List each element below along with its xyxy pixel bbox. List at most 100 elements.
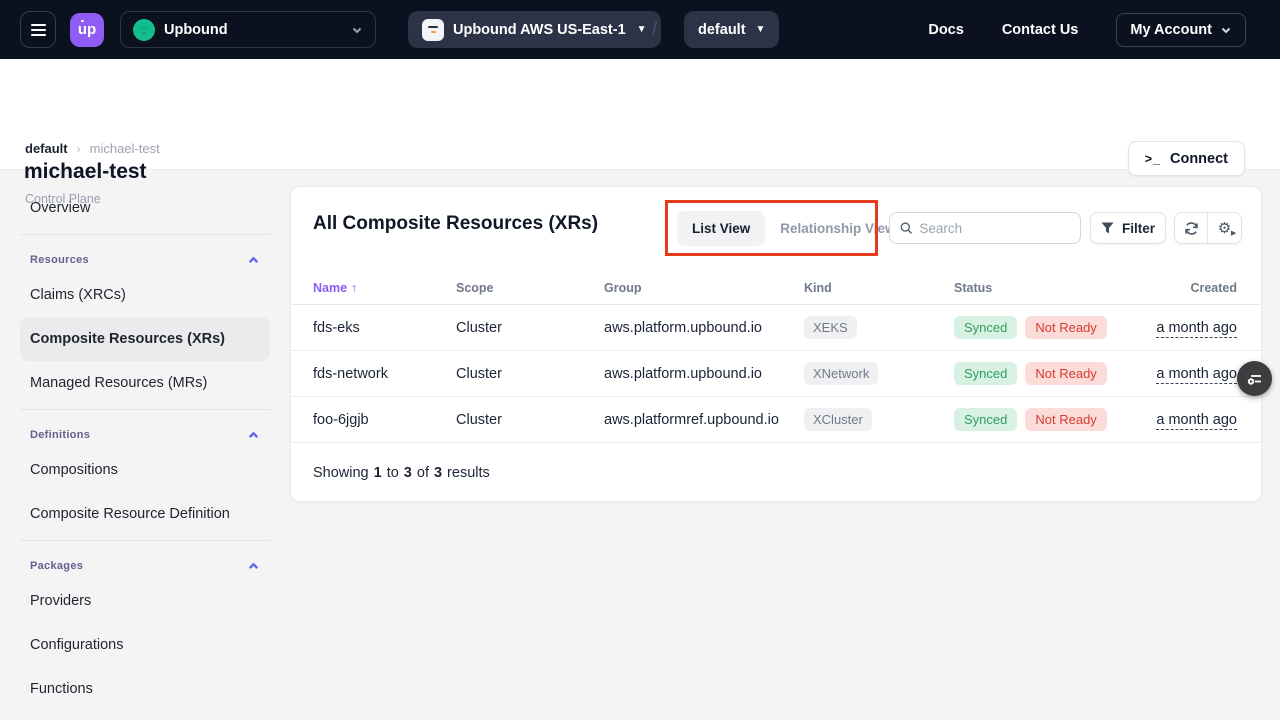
sidebar-section-packages[interactable]: Packages — [20, 553, 270, 579]
column-header-name[interactable]: Name ↑ — [313, 281, 456, 295]
kind-badge: XNetwork — [804, 362, 878, 385]
breadcrumb: default › michael-test — [25, 141, 160, 156]
divider — [20, 234, 270, 235]
control-plane-selector[interactable]: Upbound AWS US-East-1 ▼ — [408, 11, 661, 48]
caret-down-icon: ▼ — [756, 24, 766, 35]
table-row[interactable]: foo-6jgjb Cluster aws.platformref.upboun… — [291, 397, 1261, 443]
kind-badge: XCluster — [804, 408, 872, 431]
sidebar-item-overview[interactable]: Overview — [20, 186, 270, 230]
list-view-tab[interactable]: List View — [677, 211, 765, 246]
cell-group: aws.platform.upbound.io — [604, 366, 804, 382]
cell-scope: Cluster — [456, 366, 604, 382]
caret-down-icon: ▼ — [637, 24, 647, 35]
sidebar-item-composite-resources[interactable]: Composite Resources (XRs) — [20, 317, 270, 361]
filter-button[interactable]: Filter — [1090, 212, 1166, 244]
search-input[interactable] — [919, 221, 1070, 236]
my-account-menu[interactable]: My Account — [1116, 13, 1246, 47]
status-badge-not-ready: Not Ready — [1025, 316, 1106, 339]
sidebar-section-resources[interactable]: Resources — [20, 247, 270, 273]
contact-us-link[interactable]: Contact Us — [1002, 22, 1079, 38]
cell-name: fds-eks — [313, 320, 456, 336]
settings-run-button[interactable]: ⚙▶ — [1208, 213, 1241, 243]
column-header-created[interactable]: Created — [1190, 281, 1237, 295]
sidebar-item-functions[interactable]: Functions — [20, 667, 270, 711]
panel-title: All Composite Resources (XRs) — [313, 213, 598, 235]
divider — [20, 540, 270, 541]
created-timestamp[interactable]: a month ago — [1156, 320, 1237, 338]
created-timestamp[interactable]: a month ago — [1156, 412, 1237, 430]
sidebar-item-configurations[interactable]: Configurations — [20, 623, 270, 667]
logo-text: up — [78, 21, 96, 38]
organization-avatar-icon — [133, 19, 155, 41]
group-name: default — [698, 22, 746, 38]
composite-resources-panel: All Composite Resources (XRs) List View … — [290, 186, 1262, 502]
cell-name: foo-6jgjb — [313, 412, 456, 428]
menu-hamburger-button[interactable] — [20, 11, 56, 48]
top-navbar: up Upbound Upbound AWS US-East-1 ▼ / def… — [0, 0, 1280, 59]
sidebar-item-composite-resource-definition[interactable]: Composite Resource Definition — [20, 492, 270, 536]
chevron-up-icon — [247, 429, 260, 442]
organization-selector[interactable]: Upbound — [120, 11, 376, 48]
connect-button-label: Connect — [1170, 151, 1228, 167]
chevron-up-icon — [247, 560, 260, 573]
table-row[interactable]: fds-eks Cluster aws.platform.upbound.io … — [291, 305, 1261, 351]
table-actions-group: ⚙▶ — [1174, 212, 1242, 244]
cell-group: aws.platformref.upbound.io — [604, 412, 804, 428]
status-badge-not-ready: Not Ready — [1025, 362, 1106, 385]
sidebar-item-compositions[interactable]: Compositions — [20, 448, 270, 492]
funnel-icon — [1101, 222, 1114, 234]
control-plane-icon — [422, 19, 444, 41]
sidebar-section-definitions[interactable]: Definitions — [20, 422, 270, 448]
chevron-up-icon — [247, 254, 260, 267]
column-header-status[interactable]: Status — [954, 281, 1190, 295]
path-separator: / — [652, 11, 657, 48]
section-title-packages: Packages — [30, 560, 83, 572]
status-badge-not-ready: Not Ready — [1025, 408, 1106, 431]
my-account-label: My Account — [1130, 22, 1212, 38]
column-header-kind[interactable]: Kind — [804, 281, 954, 295]
sidebar-item-claims[interactable]: Claims (XRCs) — [20, 273, 270, 317]
breadcrumb-current: michael-test — [90, 141, 160, 156]
cell-scope: Cluster — [456, 412, 604, 428]
chevron-down-icon — [351, 24, 363, 36]
search-icon — [900, 221, 912, 235]
table-header-row: Name ↑ Scope Group Kind Status Created — [291, 271, 1261, 305]
chevron-right-icon: › — [77, 142, 81, 156]
connect-button[interactable]: >_ Connect — [1128, 141, 1245, 176]
breadcrumb-parent[interactable]: default — [25, 141, 68, 156]
cell-group: aws.platform.upbound.io — [604, 320, 804, 336]
page-title: michael-test — [24, 160, 147, 184]
search-box — [889, 212, 1081, 244]
feedback-form-icon — [1246, 370, 1264, 388]
status-badge-synced: Synced — [954, 316, 1017, 339]
refresh-icon — [1184, 221, 1199, 236]
feedback-widget-button[interactable] — [1237, 361, 1272, 396]
sort-ascending-icon: ↑ — [351, 281, 357, 295]
created-timestamp[interactable]: a month ago — [1156, 366, 1237, 384]
sidebar-item-providers[interactable]: Providers — [20, 579, 270, 623]
divider — [20, 409, 270, 410]
refresh-button[interactable] — [1175, 213, 1208, 243]
column-header-scope[interactable]: Scope — [456, 281, 604, 295]
section-title-resources: Resources — [30, 254, 89, 266]
view-toggle: List View Relationship View — [677, 211, 911, 246]
section-title-definitions: Definitions — [30, 429, 90, 441]
sidebar-item-managed-resources[interactable]: Managed Resources (MRs) — [20, 361, 270, 405]
group-selector[interactable]: default ▼ — [684, 11, 779, 48]
control-plane-name: Upbound AWS US-East-1 — [453, 22, 626, 38]
cell-scope: Cluster — [456, 320, 604, 336]
chevron-down-icon — [1220, 24, 1232, 36]
cell-name: fds-network — [313, 366, 456, 382]
docs-link[interactable]: Docs — [928, 22, 963, 38]
kind-badge: XEKS — [804, 316, 857, 339]
gear-play-icon: ⚙▶ — [1218, 219, 1231, 237]
results-summary: Showing 1 to 3 of 3 results — [313, 443, 490, 503]
status-badge-synced: Synced — [954, 362, 1017, 385]
upbound-logo[interactable]: up — [70, 13, 104, 47]
terminal-icon: >_ — [1145, 152, 1161, 166]
filter-button-label: Filter — [1122, 221, 1155, 236]
table-row[interactable]: fds-network Cluster aws.platform.upbound… — [291, 351, 1261, 397]
organization-name: Upbound — [164, 22, 228, 38]
page-header: default › michael-test michael-test Cont… — [0, 59, 1280, 170]
column-header-group[interactable]: Group — [604, 281, 804, 295]
